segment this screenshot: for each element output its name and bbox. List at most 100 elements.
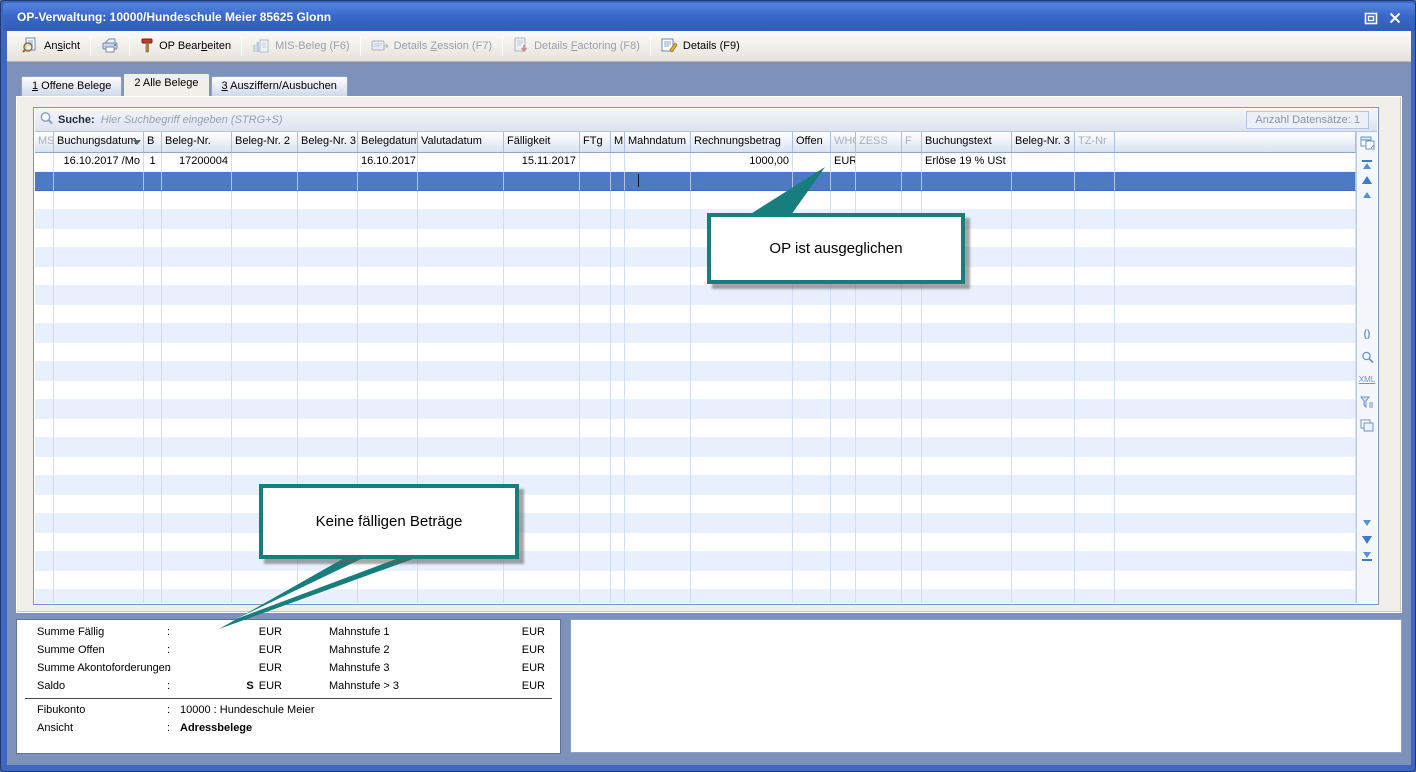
empty-row[interactable] — [35, 495, 1356, 514]
col-belegdatum[interactable]: Belegdatum — [358, 132, 418, 153]
empty-row[interactable] — [35, 533, 1356, 552]
col-whg[interactable]: WHG — [831, 132, 856, 153]
filter-icon[interactable] — [1357, 396, 1377, 409]
op-grid: Suche: Hier Suchbegriff eingeben (STRG+S… — [33, 107, 1379, 605]
search-label: Suche: — [58, 114, 95, 126]
printer-icon — [101, 37, 119, 56]
zession-icon — [371, 37, 389, 56]
col-ms[interactable]: MS — [35, 132, 54, 153]
empty-row[interactable] — [35, 590, 1356, 603]
col-buchungstext[interactable]: Buchungstext — [922, 132, 1012, 153]
table-row[interactable]: 16.10.2017 /Mo 1 17200004 16.10.2017 15.… — [35, 153, 1356, 172]
line-down-icon[interactable] — [1357, 520, 1377, 526]
empty-row[interactable] — [35, 343, 1356, 362]
empty-row[interactable] — [35, 248, 1356, 267]
tab-ausziffern-ausbuchen[interactable]: 3 Ausziffern/Ausbuchen — [211, 76, 348, 96]
empty-row[interactable] — [35, 324, 1356, 343]
summary-row-saldo: Saldo: SEUR Mahnstufe > 3EUR — [17, 680, 560, 698]
toolbar-separator — [129, 36, 130, 56]
summary-divider — [25, 698, 552, 699]
empty-row[interactable] — [35, 438, 1356, 457]
sort-desc-icon — [133, 140, 141, 145]
col-ftg[interactable]: FTg — [580, 132, 611, 153]
col-valutadatum[interactable]: Valutadatum — [418, 132, 504, 153]
title-bar[interactable]: OP-Verwaltung: 10000/Hundeschule Meier 8… — [3, 3, 1415, 31]
search-icon — [39, 111, 54, 129]
window-title: OP-Verwaltung: 10000/Hundeschule Meier 8… — [17, 10, 331, 24]
text-caret — [638, 174, 639, 187]
col-m[interactable]: M — [611, 132, 625, 153]
tab-offene-belege[interactable]: 1 Offene Belege — [21, 76, 122, 96]
col-zess[interactable]: ZESS — [856, 132, 902, 153]
col-beleg-nr-2[interactable]: Beleg-Nr. 2 — [232, 132, 298, 153]
col-mahndatum[interactable]: Mahndatum — [625, 132, 691, 153]
col-beleg-nr-3b[interactable]: Beleg-Nr. 3 — [1012, 132, 1075, 153]
summary-row-offen: Summe Offen: EUR Mahnstufe 2EUR — [17, 644, 560, 662]
record-count: Anzahl Datensätze: 1 — [1246, 111, 1369, 129]
scroll-bottom-icon[interactable] — [1357, 552, 1377, 561]
column-chooser-icon[interactable] — [1357, 136, 1377, 150]
search-bar[interactable]: Suche: Hier Suchbegriff eingeben (STRG+S… — [35, 109, 1377, 132]
empty-row[interactable] — [35, 286, 1356, 305]
col-beleg-nr[interactable]: Beleg-Nr. — [162, 132, 232, 153]
col-offen[interactable]: Offen — [793, 132, 831, 153]
col-faelligkeit[interactable]: Fälligkeit — [504, 132, 580, 153]
details-factoring-button[interactable]: Details Factoring (F8) — [506, 34, 647, 59]
callout-op-ausgeglichen: OP ist ausgeglichen — [707, 213, 965, 284]
close-icon[interactable] — [1387, 10, 1403, 26]
summary-row-faellig: Summe Fällig: EUR Mahnstufe 1EUR — [17, 626, 560, 644]
empty-row[interactable] — [35, 362, 1356, 381]
factoring-icon — [513, 37, 529, 56]
empty-row[interactable] — [35, 476, 1356, 495]
empty-row[interactable] — [35, 571, 1356, 590]
toolbar-separator — [360, 36, 361, 56]
col-rechnungsbetrag[interactable]: Rechnungsbetrag — [691, 132, 793, 153]
line-up-icon[interactable] — [1357, 192, 1377, 198]
print-button[interactable] — [94, 34, 126, 59]
empty-row[interactable] — [35, 229, 1356, 248]
toolbar-separator — [650, 36, 651, 56]
details-zession-button[interactable]: Details Zession (F7) — [364, 34, 499, 59]
op-bearbeiten-button[interactable]: OP Bearbeiten — [133, 34, 238, 59]
page-down-icon[interactable] — [1357, 536, 1377, 544]
mis-beleg-button[interactable]: MIS-Beleg (F6) — [245, 34, 357, 59]
empty-row[interactable] — [35, 305, 1356, 324]
toolbar: Ansicht OP Bearbeiten MIS-Beleg (F6) Det… — [7, 31, 1411, 62]
empty-row[interactable] — [35, 210, 1356, 229]
page-up-icon[interactable] — [1357, 176, 1377, 184]
empty-row[interactable] — [35, 514, 1356, 533]
col-tz-nr[interactable]: TZ-Nr — [1075, 132, 1115, 153]
detail-panel — [570, 619, 1402, 753]
empty-row[interactable] — [35, 419, 1356, 438]
xml-export-icon[interactable]: XML — [1357, 375, 1377, 384]
scroll-top-icon[interactable] — [1357, 160, 1377, 169]
col-f[interactable]: F — [902, 132, 922, 153]
search-input[interactable]: Hier Suchbegriff eingeben (STRG+S) — [101, 114, 283, 126]
details-button[interactable]: Details (F9) — [654, 34, 747, 59]
summary-row-akonto: Summe Akontoforderungen: EUR Mahnstufe 3… — [17, 662, 560, 680]
selected-row[interactable] — [35, 172, 1356, 191]
copy-grid-icon[interactable] — [1357, 419, 1377, 432]
restore-icon[interactable] — [1363, 10, 1379, 26]
grid-body: MS Buchungsdatum B Beleg-Nr. Beleg-Nr. 2… — [35, 132, 1356, 603]
empty-row[interactable] — [35, 267, 1356, 286]
empty-row[interactable] — [35, 400, 1356, 419]
grid-header-row: MS Buchungsdatum B Beleg-Nr. Beleg-Nr. 2… — [35, 132, 1356, 153]
op-verwaltung-window: OP-Verwaltung: 10000/Hundeschule Meier 8… — [0, 0, 1416, 772]
empty-row[interactable] — [35, 191, 1356, 210]
empty-row[interactable] — [35, 457, 1356, 476]
col-buchungsdatum[interactable]: Buchungsdatum — [54, 132, 144, 153]
brackets-icon[interactable]: () — [1357, 329, 1377, 340]
toolbar-separator — [241, 36, 242, 56]
ansicht-button[interactable]: Ansicht — [15, 34, 87, 59]
summary-panel: Summe Fällig: EUR Mahnstufe 1EUR Summe O… — [16, 619, 561, 754]
col-filler — [1115, 132, 1356, 153]
tab-alle-belege[interactable]: 2 Alle Belege — [123, 73, 209, 96]
search-grid-icon[interactable] — [1357, 351, 1377, 364]
empty-row[interactable] — [35, 552, 1356, 571]
col-b[interactable]: B — [144, 132, 162, 153]
empty-row[interactable] — [35, 381, 1356, 400]
col-beleg-nr-3[interactable]: Beleg-Nr. 3 — [298, 132, 358, 153]
toolbar-separator — [90, 36, 91, 56]
ansicht-icon — [22, 37, 39, 56]
